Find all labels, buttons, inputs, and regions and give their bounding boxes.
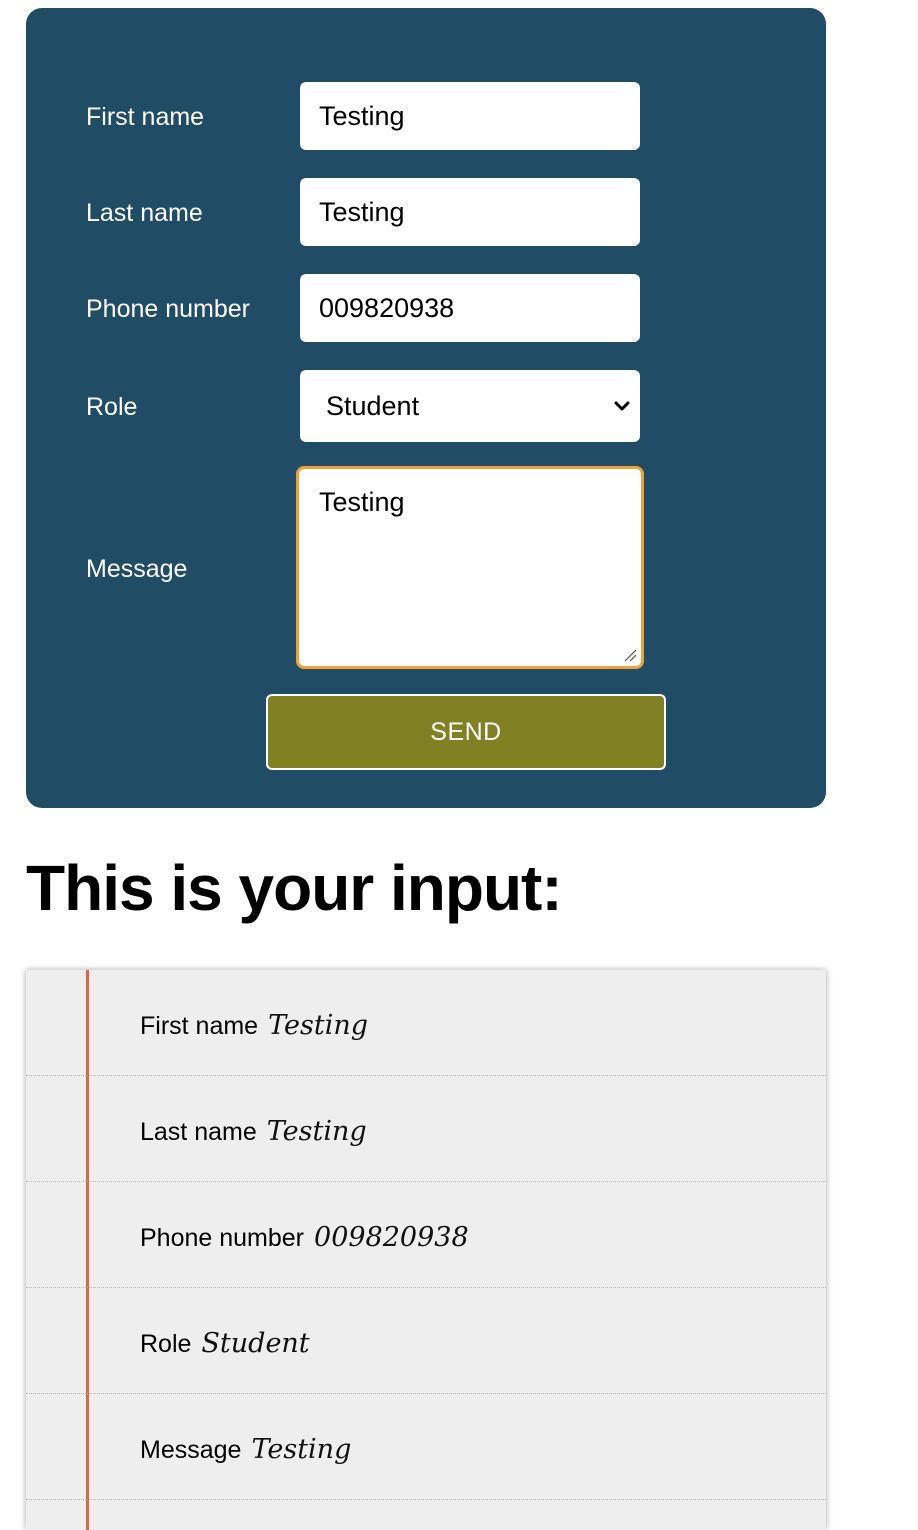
contact-form: First name Testing Last name Testing Pho… [26, 8, 826, 808]
chevron-down-icon [614, 401, 630, 411]
last-name-input[interactable]: Testing [300, 178, 640, 246]
output-label: Last name [140, 1118, 257, 1146]
output-paper: First name Testing Last name Testing Phone… [26, 970, 826, 1530]
send-button[interactable]: SEND [266, 694, 666, 770]
output-row-role: Role Student [26, 1288, 826, 1394]
last-name-label: Last name [86, 199, 203, 227]
output-row-first-name: First name Testing [26, 970, 826, 1076]
output-value: Testing [268, 1010, 368, 1041]
output-value: Testing [251, 1434, 352, 1465]
output-row-message: Message Testing [26, 1394, 826, 1500]
output-row-phone-number: Phone number 009820938 [26, 1182, 826, 1288]
output-value: 009820938 [314, 1222, 469, 1253]
output-label: Role [140, 1330, 192, 1358]
role-label: Role [86, 393, 138, 421]
output-label: First name [140, 1012, 259, 1040]
phone-number-input[interactable]: 009820938 [300, 274, 640, 342]
phone-number-label: Phone number [86, 295, 251, 323]
message-label: Message [86, 555, 188, 583]
output-row-last-name: Last name Testing [26, 1076, 826, 1182]
output-label: Phone number [140, 1224, 305, 1252]
resize-handle-icon[interactable] [623, 648, 637, 662]
output-heading: This is your input: [26, 852, 563, 924]
role-selected-value: Student [326, 390, 420, 421]
message-text: Testing [319, 487, 405, 517]
output-value: Testing [266, 1116, 367, 1147]
output-label: Message [140, 1436, 242, 1464]
first-name-input[interactable]: Testing [300, 82, 640, 150]
first-name-label: First name [86, 103, 205, 131]
output-value: Student [201, 1328, 310, 1359]
message-textarea[interactable]: Testing [296, 466, 644, 669]
role-select[interactable]: Student [300, 370, 640, 442]
